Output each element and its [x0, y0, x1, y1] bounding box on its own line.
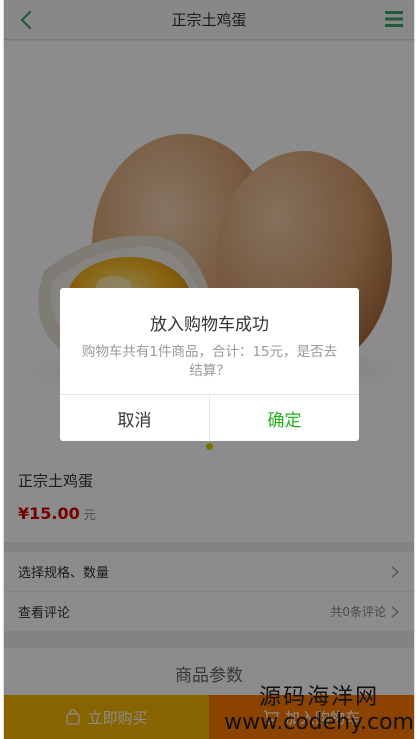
dialog-message: 购物车共有1件商品，合计：15元，是否去结算？ — [81, 344, 338, 379]
add-to-cart-dialog: 放入购物车成功 购物车共有1件商品，合计：15元，是否去结算？ 取消 确定 — [60, 288, 359, 441]
dialog-buttons: 取消 确定 — [60, 394, 359, 441]
dialog-title: 放入购物车成功 — [150, 315, 269, 335]
cancel-button[interactable]: 取消 — [60, 395, 210, 441]
confirm-button[interactable]: 确定 — [210, 395, 359, 441]
app-frame: 正宗土鸡蛋 正宗土鸡蛋 ¥15.00 元 选择规格、数量 查看评论 共0条评论 … — [3, 0, 415, 739]
